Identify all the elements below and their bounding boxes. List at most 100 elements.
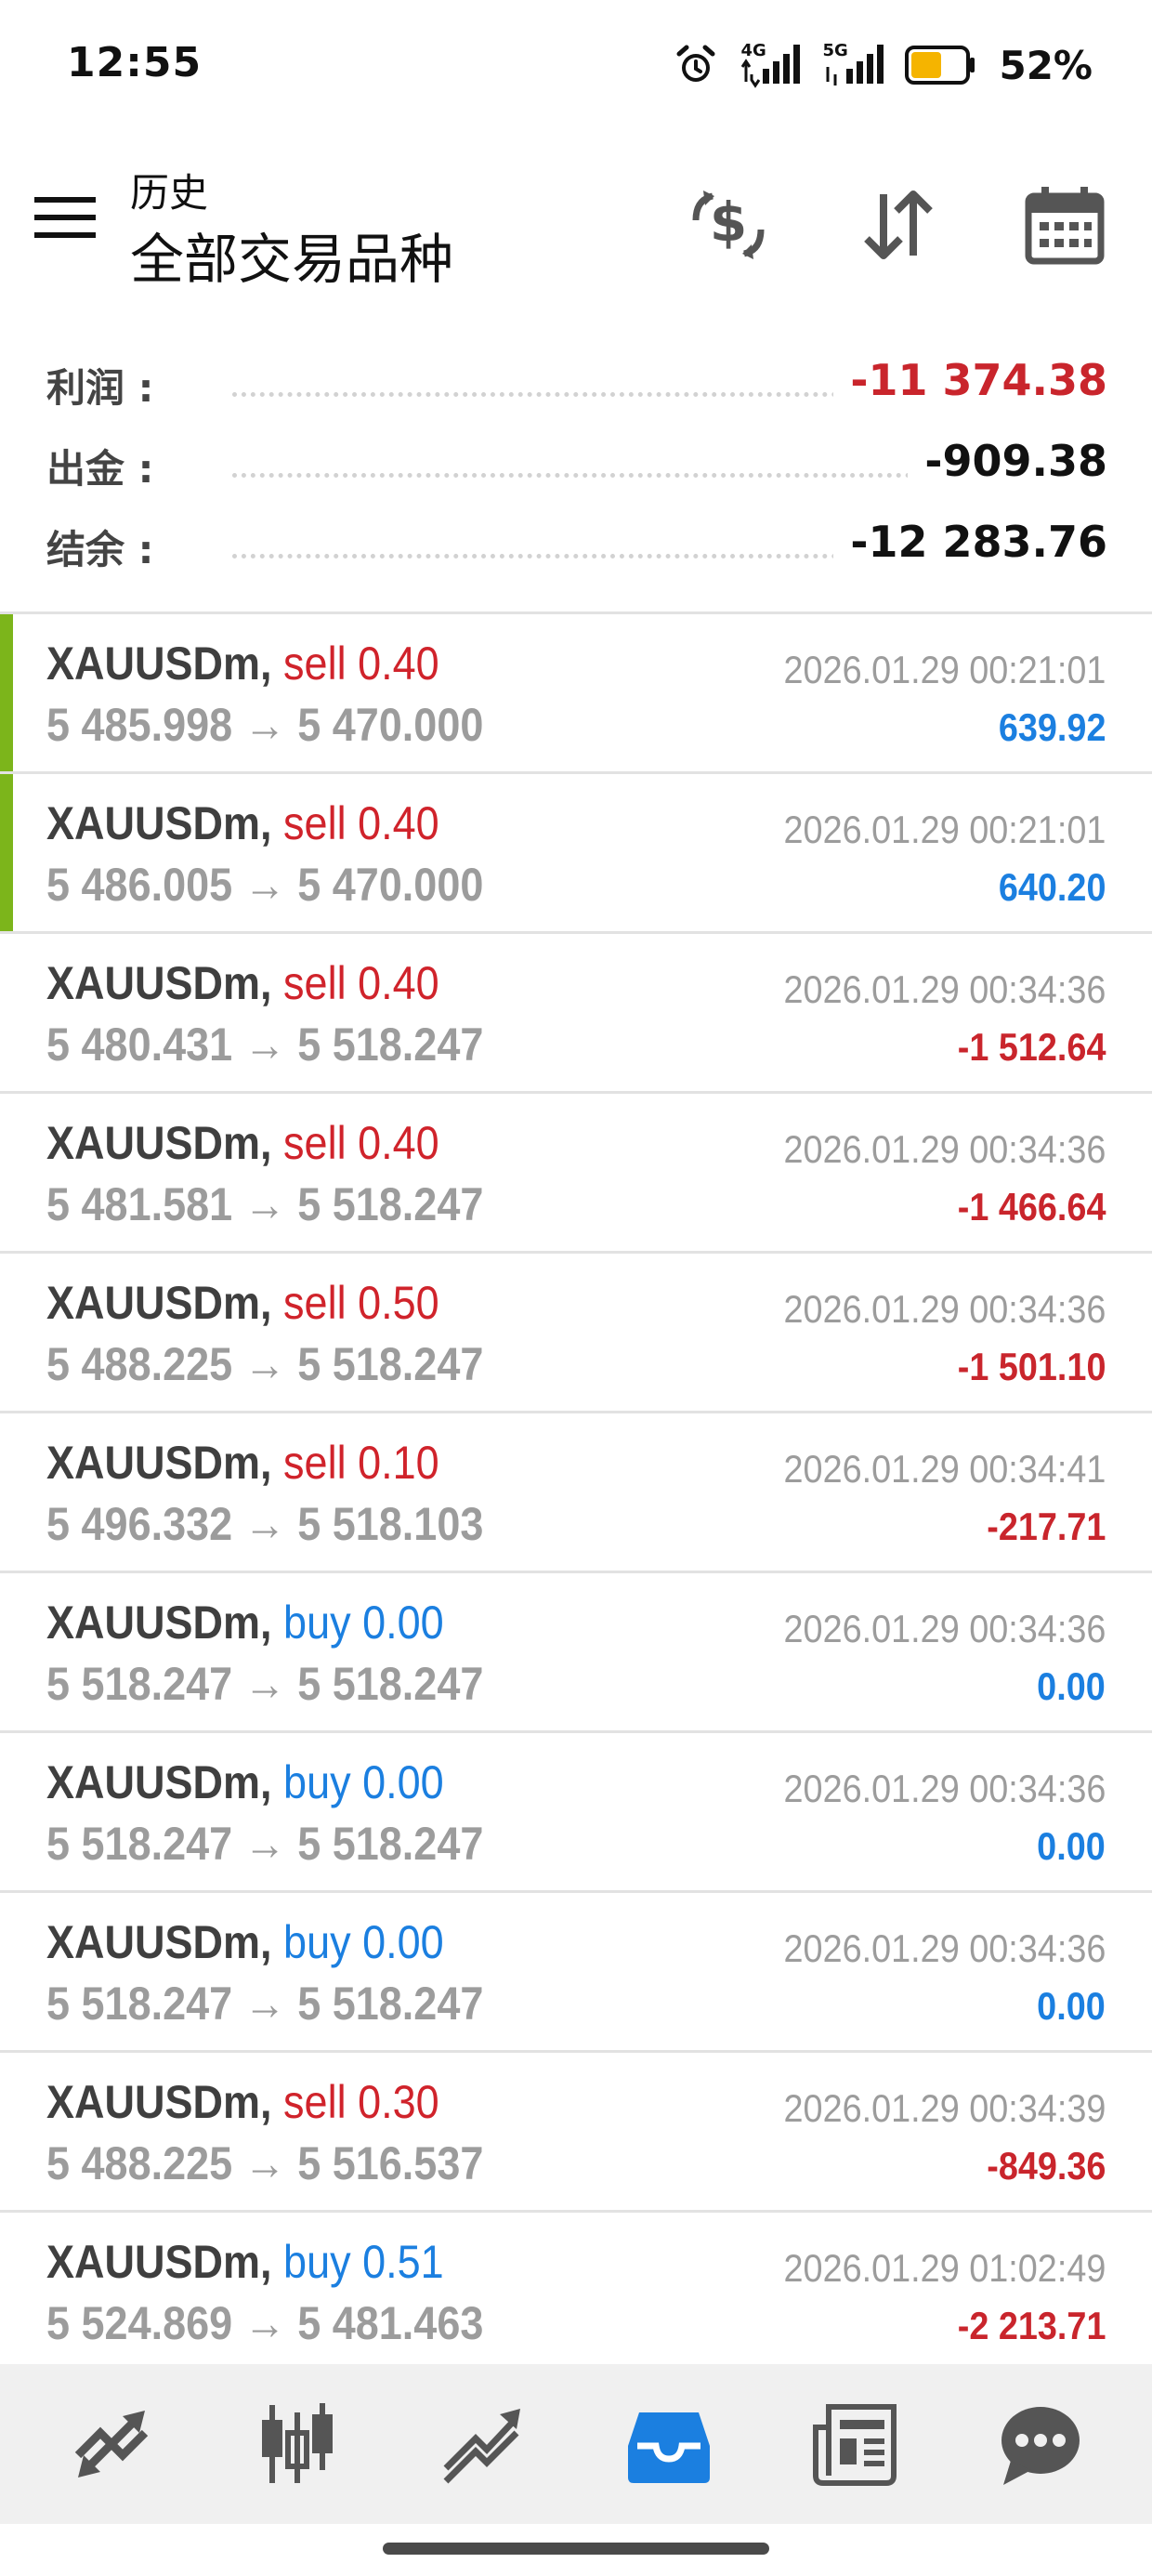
currency-filter-button[interactable]: $ bbox=[682, 178, 775, 271]
deal-symbol: XAUUSDm, bbox=[46, 1916, 272, 1968]
sort-button[interactable] bbox=[851, 178, 944, 271]
deal-time: 2026.01.29 00:21:01 bbox=[783, 648, 1106, 691]
nav-history[interactable] bbox=[604, 2379, 734, 2509]
home-indicator[interactable] bbox=[383, 2543, 769, 2555]
summary-value: -909.38 bbox=[908, 436, 1107, 486]
deal-side: sell 0.40 bbox=[283, 637, 439, 690]
deal-prices: 5 481.581 → 5 518.247 bbox=[46, 1178, 484, 1230]
svg-text:$: $ bbox=[710, 191, 747, 254]
bottom-nav bbox=[0, 2364, 1152, 2524]
deal-symbol: XAUUSDm, bbox=[46, 957, 272, 1009]
signal-4g-icon: 4G bbox=[737, 41, 802, 89]
deal-side: sell 0.10 bbox=[283, 1437, 439, 1489]
deal-symbol: XAUUSDm, bbox=[46, 1117, 272, 1169]
deal-profit: -849.36 bbox=[986, 2144, 1106, 2188]
nav-chart[interactable] bbox=[232, 2379, 362, 2509]
sort-icon bbox=[864, 191, 933, 259]
deal-profit: -1 466.64 bbox=[957, 1185, 1106, 1229]
deal-prices: 5 485.998 → 5 470.000 bbox=[46, 699, 484, 751]
deal-time: 2026.01.29 00:34:36 bbox=[783, 1127, 1106, 1171]
deal-side: sell 0.30 bbox=[283, 2076, 439, 2128]
deal-profit: 639.92 bbox=[998, 705, 1106, 749]
summary-label: 利润 : bbox=[46, 357, 167, 414]
deal-time: 2026.01.29 00:34:41 bbox=[783, 1447, 1106, 1491]
deal-row[interactable]: XAUUSDm, sell 0.30 5 488.225 → 5 516.537… bbox=[0, 2050, 1152, 2210]
battery-percent: 52% bbox=[999, 42, 1093, 88]
currency-exchange-icon: $ bbox=[692, 191, 765, 259]
deal-prices: 5 524.869 → 5 481.463 bbox=[46, 2297, 484, 2349]
deal-profit: 0.00 bbox=[1037, 1824, 1106, 1868]
status-time: 12:55 bbox=[67, 39, 203, 86]
nav-chat[interactable] bbox=[975, 2379, 1106, 2509]
chat-icon bbox=[1001, 2407, 1080, 2485]
deal-profit: 0.00 bbox=[1037, 1984, 1106, 2028]
deal-time: 2026.01.29 00:34:36 bbox=[783, 1607, 1106, 1650]
deal-row[interactable]: XAUUSDm, buy 0.00 5 518.247 → 5 518.247 … bbox=[0, 1730, 1152, 1890]
alarm-icon bbox=[674, 43, 718, 87]
deal-profit: -2 213.71 bbox=[957, 2304, 1106, 2347]
deal-prices: 5 486.005 → 5 470.000 bbox=[46, 859, 484, 911]
deal-profit: -1 501.10 bbox=[957, 1345, 1106, 1388]
deal-prices: 5 480.431 → 5 518.247 bbox=[46, 1019, 484, 1071]
trade-icon bbox=[443, 2409, 520, 2484]
deal-prices: 5 518.247 → 5 518.247 bbox=[46, 1818, 484, 1870]
page-title[interactable]: 全部交易品种 bbox=[130, 216, 453, 294]
deal-prices: 5 488.225 → 5 518.247 bbox=[46, 1338, 484, 1390]
deal-side: sell 0.40 bbox=[283, 797, 439, 849]
summary-value: -12 283.76 bbox=[833, 517, 1107, 567]
deal-row[interactable]: XAUUSDm, buy 0.00 5 518.247 → 5 518.247 … bbox=[0, 1890, 1152, 2050]
battery-icon bbox=[904, 45, 976, 85]
deal-row[interactable]: XAUUSDm, sell 0.40 5 480.431 → 5 518.247… bbox=[0, 931, 1152, 1091]
deal-side: buy 0.00 bbox=[283, 1916, 444, 1968]
menu-button[interactable] bbox=[22, 175, 108, 260]
deal-time: 2026.01.29 00:34:36 bbox=[783, 1926, 1106, 1970]
deal-profit: -217.71 bbox=[986, 1505, 1106, 1548]
deal-prices: 5 488.225 → 5 516.537 bbox=[46, 2137, 484, 2189]
deal-symbol: XAUUSDm, bbox=[46, 637, 272, 690]
hamburger-icon bbox=[34, 197, 96, 238]
app-header: 历史 全部交易品种 $ bbox=[0, 139, 1152, 307]
deal-row[interactable]: XAUUSDm, sell 0.40 5 481.581 → 5 518.247… bbox=[0, 1091, 1152, 1251]
deal-time: 2026.01.29 00:34:39 bbox=[783, 2086, 1106, 2130]
deal-profit: -1 512.64 bbox=[957, 1025, 1106, 1069]
deal-time: 2026.01.29 00:34:36 bbox=[783, 1767, 1106, 1810]
deal-row[interactable]: XAUUSDm, buy 0.51 5 524.869 → 5 481.463 … bbox=[0, 2210, 1152, 2370]
calendar-icon bbox=[1025, 187, 1105, 265]
summary-panel: 利润 : -11 374.38 出金 : -909.38 结余 : -12 28… bbox=[0, 346, 1152, 588]
deal-time: 2026.01.29 00:21:01 bbox=[783, 808, 1106, 851]
summary-row-balance: 结余 : -12 283.76 bbox=[0, 507, 1152, 588]
summary-row-profit: 利润 : -11 374.38 bbox=[0, 346, 1152, 427]
deal-row[interactable]: XAUUSDm, sell 0.40 5 486.005 → 5 470.000… bbox=[0, 771, 1152, 931]
status-bar: 12:55 4G 5G 52% bbox=[0, 0, 1152, 139]
deal-row[interactable]: XAUUSDm, buy 0.00 5 518.247 → 5 518.247 … bbox=[0, 1571, 1152, 1730]
nav-trade[interactable] bbox=[418, 2379, 548, 2509]
summary-label: 结余 : bbox=[46, 519, 167, 575]
calendar-button[interactable] bbox=[1018, 178, 1111, 271]
nav-news[interactable] bbox=[790, 2379, 920, 2509]
deal-profit: 0.00 bbox=[1037, 1664, 1106, 1708]
summary-value: -11 374.38 bbox=[833, 355, 1107, 405]
signal-5g-icon: 5G bbox=[820, 41, 885, 89]
deal-symbol: XAUUSDm, bbox=[46, 1597, 272, 1649]
deal-symbol: XAUUSDm, bbox=[46, 1437, 272, 1489]
nav-quotes[interactable] bbox=[46, 2379, 177, 2509]
deal-row[interactable]: XAUUSDm, sell 0.50 5 488.225 → 5 518.247… bbox=[0, 1251, 1152, 1411]
deal-side: buy 0.51 bbox=[283, 2236, 444, 2288]
deal-side: buy 0.00 bbox=[283, 1756, 444, 1808]
deal-prices: 5 518.247 → 5 518.247 bbox=[46, 1658, 484, 1710]
deal-list: XAUUSDm, sell 0.40 5 485.998 → 5 470.000… bbox=[0, 611, 1152, 2370]
deal-side: sell 0.50 bbox=[283, 1277, 439, 1329]
chart-icon bbox=[262, 2403, 333, 2483]
deal-row[interactable]: XAUUSDm, sell 0.40 5 485.998 → 5 470.000… bbox=[0, 611, 1152, 771]
quotes-icon bbox=[74, 2411, 149, 2477]
deal-symbol: XAUUSDm, bbox=[46, 2076, 272, 2128]
deal-side: sell 0.40 bbox=[283, 957, 439, 1009]
deal-profit: 640.20 bbox=[998, 865, 1106, 909]
deal-symbol: XAUUSDm, bbox=[46, 2236, 272, 2288]
deal-row[interactable]: XAUUSDm, sell 0.10 5 496.332 → 5 518.103… bbox=[0, 1411, 1152, 1571]
deal-time: 2026.01.29 00:34:36 bbox=[783, 967, 1106, 1011]
dotted-leader bbox=[232, 473, 966, 478]
summary-label: 出金 : bbox=[46, 438, 167, 494]
news-icon bbox=[813, 2404, 897, 2486]
page-subtitle: 历史 bbox=[130, 170, 209, 216]
